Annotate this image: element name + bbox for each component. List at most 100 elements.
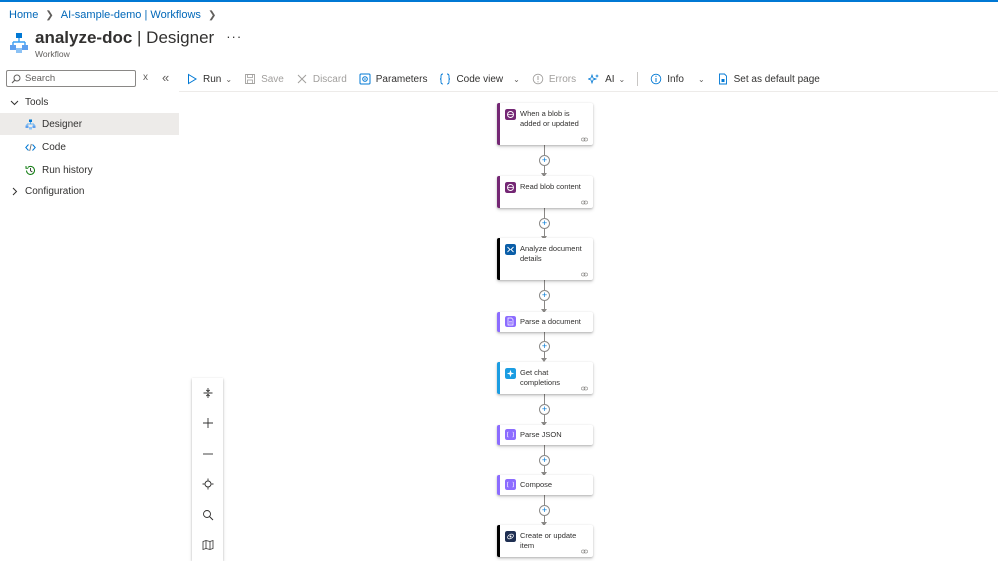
workflow-step-compose[interactable]: Compose (497, 475, 593, 495)
sidebar-item-code[interactable]: Code (0, 136, 179, 158)
workflow-step-read-blob[interactable]: Read blob content (497, 176, 593, 208)
more-options-button[interactable]: ··· (226, 29, 242, 44)
zoom-in-button[interactable] (192, 408, 223, 438)
collapse-sidebar-button[interactable]: « (162, 70, 169, 85)
workflow-app-icon (10, 33, 28, 53)
center-view-button[interactable] (192, 469, 223, 499)
add-step-button[interactable]: + (539, 404, 550, 415)
search-canvas-button[interactable] (192, 500, 223, 530)
add-step-button[interactable]: + (539, 155, 550, 166)
sidebar-item-label: Run history (42, 164, 93, 176)
plus-icon (202, 418, 213, 428)
add-step-button[interactable]: + (539, 341, 550, 352)
step-label: Read blob content (520, 182, 581, 191)
chevron-right-icon: ❯ (45, 9, 54, 21)
step-label: Compose (520, 480, 553, 489)
run-button[interactable]: Run ⌄ (180, 69, 238, 89)
step-label: Parse a document (520, 317, 581, 326)
minus-icon (202, 453, 213, 455)
link-icon (581, 272, 588, 277)
sidebar-group-configuration[interactable]: Configuration (0, 181, 179, 201)
discard-label: Discard (312, 73, 347, 85)
sidebar-item-designer[interactable]: Designer (0, 113, 179, 135)
history-icon (25, 165, 35, 175)
search-icon (11, 74, 21, 83)
document-intelligence-icon (505, 244, 516, 255)
sidebar-group-tools[interactable]: Tools (0, 92, 179, 112)
braces-icon (440, 73, 451, 85)
parameters-button[interactable]: Parameters (353, 69, 434, 89)
parse-document-icon (505, 316, 516, 327)
ai-button[interactable]: AI ⌄ (582, 69, 631, 89)
ai-label: AI (605, 73, 615, 85)
sidebar-item-label: Designer (42, 118, 83, 130)
step-label: Parse JSON (520, 430, 562, 439)
search-icon (202, 510, 213, 521)
workflow-step-create-update-item[interactable]: Create or update item (497, 525, 593, 557)
link-icon (581, 200, 588, 205)
info-button[interactable]: Info ⌄ (644, 69, 710, 89)
sidebar-item-label: Code (42, 141, 66, 153)
parameters-icon (359, 73, 371, 85)
data-operations-icon (505, 429, 516, 440)
clear-search-button[interactable]: x (143, 72, 148, 83)
zoom-out-button[interactable] (192, 439, 223, 469)
link-icon (581, 386, 588, 391)
chevron-right-icon (12, 187, 18, 195)
add-step-button[interactable]: + (539, 455, 550, 466)
error-icon (532, 73, 544, 85)
page-header: analyze-doc | Designer Workflow ··· (9, 27, 242, 61)
chevron-down-icon: ⌄ (618, 74, 626, 84)
code-view-label: Code view (456, 73, 504, 85)
sidebar-item-run-history[interactable]: Run history (0, 159, 179, 181)
run-label: Run (203, 73, 222, 85)
fit-view-icon (203, 388, 212, 398)
sidebar-group-label: Configuration (25, 185, 85, 197)
map-icon (202, 539, 213, 551)
workflow-step-chat-completions[interactable]: Get chat completions (497, 362, 593, 394)
add-step-button[interactable]: + (539, 505, 550, 516)
info-icon (650, 73, 662, 85)
link-icon (581, 137, 588, 142)
search-input[interactable] (25, 73, 135, 84)
discard-button[interactable]: Discard (290, 69, 353, 89)
designer-icon (25, 119, 36, 129)
designer-toolbar: Run ⌄ Save Discard Parameters Code view … (180, 69, 826, 89)
breadcrumb-home[interactable]: Home (9, 9, 38, 21)
fit-view-button[interactable] (192, 378, 223, 408)
add-step-button[interactable]: + (539, 290, 550, 301)
page-subtitle: Workflow (35, 49, 70, 59)
add-step-button[interactable]: + (539, 218, 550, 229)
chevron-down-icon[interactable]: ⌄ (513, 75, 520, 84)
play-icon (188, 73, 197, 85)
page-title-name: analyze-doc (35, 28, 133, 47)
workflow-step-blob-trigger[interactable]: When a blob is added or updated (497, 103, 593, 145)
ai-sparkle-icon (588, 73, 600, 85)
breadcrumb: Home ❯ AI-sample-demo | Workflows ❯ (9, 8, 223, 22)
link-icon (581, 549, 588, 554)
openai-icon (505, 368, 516, 379)
pin-page-icon (718, 73, 727, 85)
save-icon (245, 74, 256, 84)
workflow-step-analyze-document[interactable]: Analyze document details (497, 238, 593, 280)
blob-icon (505, 182, 516, 193)
info-label: Info (667, 73, 684, 85)
errors-label: Errors (548, 73, 577, 85)
search-box[interactable] (6, 70, 136, 87)
errors-button[interactable]: Errors (526, 69, 582, 89)
canvas-controls (192, 378, 223, 561)
toolbar-divider (637, 72, 639, 86)
breadcrumb-workflows[interactable]: AI-sample-demo | Workflows (61, 9, 201, 21)
sidebar-nav: Tools Designer Code Run history Configur… (0, 92, 179, 201)
code-view-button[interactable]: Code view ⌄ (433, 69, 525, 89)
cosmos-db-icon (505, 531, 516, 542)
workflow-step-parse-json[interactable]: Parse JSON (497, 425, 593, 445)
close-icon (297, 74, 307, 84)
step-label: Get chat completions (520, 368, 561, 387)
set-default-page-button[interactable]: Set as default page (711, 69, 826, 89)
save-button[interactable]: Save (238, 69, 290, 89)
chevron-down-icon[interactable]: ⌄ (698, 75, 705, 84)
blob-trigger-icon (505, 109, 516, 120)
minimap-button[interactable] (192, 530, 223, 560)
workflow-step-parse-document[interactable]: Parse a document (497, 312, 593, 332)
